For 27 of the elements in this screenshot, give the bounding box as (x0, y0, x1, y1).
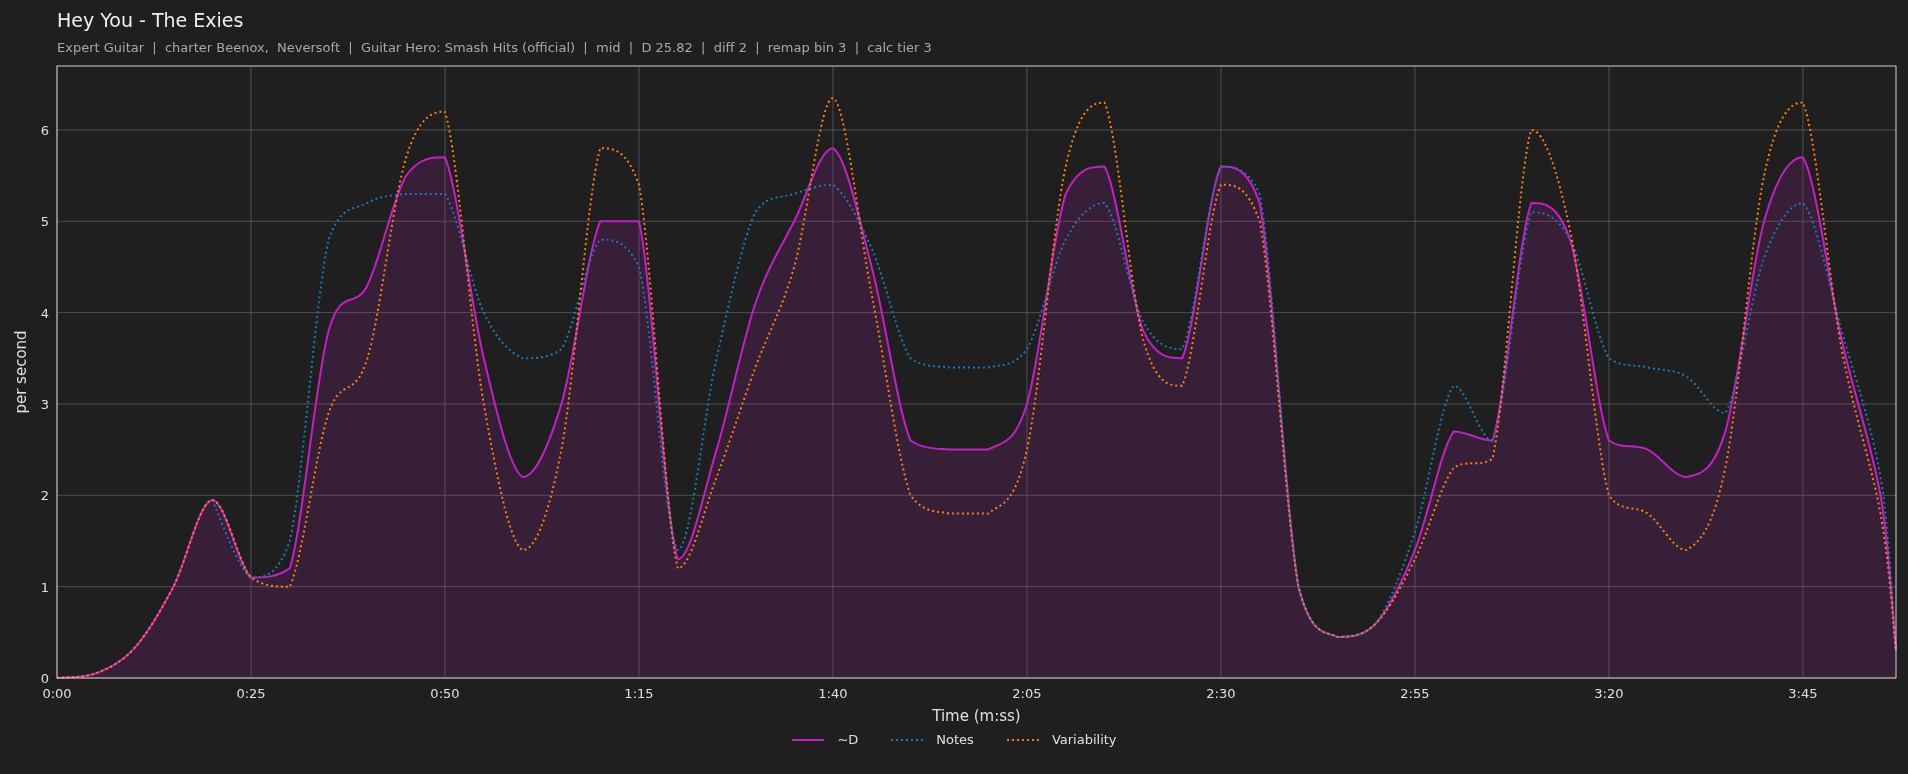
chart-subtitle: Expert Guitar | charter Beenox, Neversoft | Guitar Hero: Smash Hits (official) | mid | D 25.82 | diff 2 | remap bin 3 | calc tier 3 (57, 40, 932, 56)
x-tick-label: 0:00 (42, 686, 72, 701)
x-tick-label: 0:25 (236, 686, 266, 701)
legend-label: Notes (936, 731, 974, 749)
y-tick-label: 5 (40, 214, 49, 230)
x-tick-label: 2:05 (1012, 686, 1042, 701)
legend-label: Variability (1051, 731, 1117, 749)
x-tick-label: 0:50 (430, 686, 460, 701)
legend-label: ~D (837, 731, 859, 749)
x-tick-label: 1:15 (624, 686, 654, 701)
x-tick-label: 1:40 (818, 686, 848, 701)
y-tick-label: 2 (40, 488, 49, 504)
x-tick-label: 3:45 (1788, 686, 1818, 701)
x-axis-label: Time (m:ss) (932, 707, 1021, 725)
y-tick-label: 6 (40, 122, 49, 138)
legend-line-icon (1005, 737, 1040, 742)
y-tick-label: 4 (40, 305, 49, 321)
y-tick-label: 0 (40, 671, 49, 686)
legend-line-icon (890, 737, 925, 742)
x-tick-label: 2:55 (1400, 686, 1430, 701)
x-tick-label: 2:30 (1206, 686, 1236, 701)
chart-title: Hey You - The Exies (57, 8, 244, 32)
legend-line-icon (791, 737, 826, 742)
x-tick-label: 3:20 (1594, 686, 1624, 701)
y-tick-label: 3 (40, 396, 49, 412)
y-tick-label: 1 (40, 579, 49, 595)
y-axis-label: per second (12, 330, 30, 414)
